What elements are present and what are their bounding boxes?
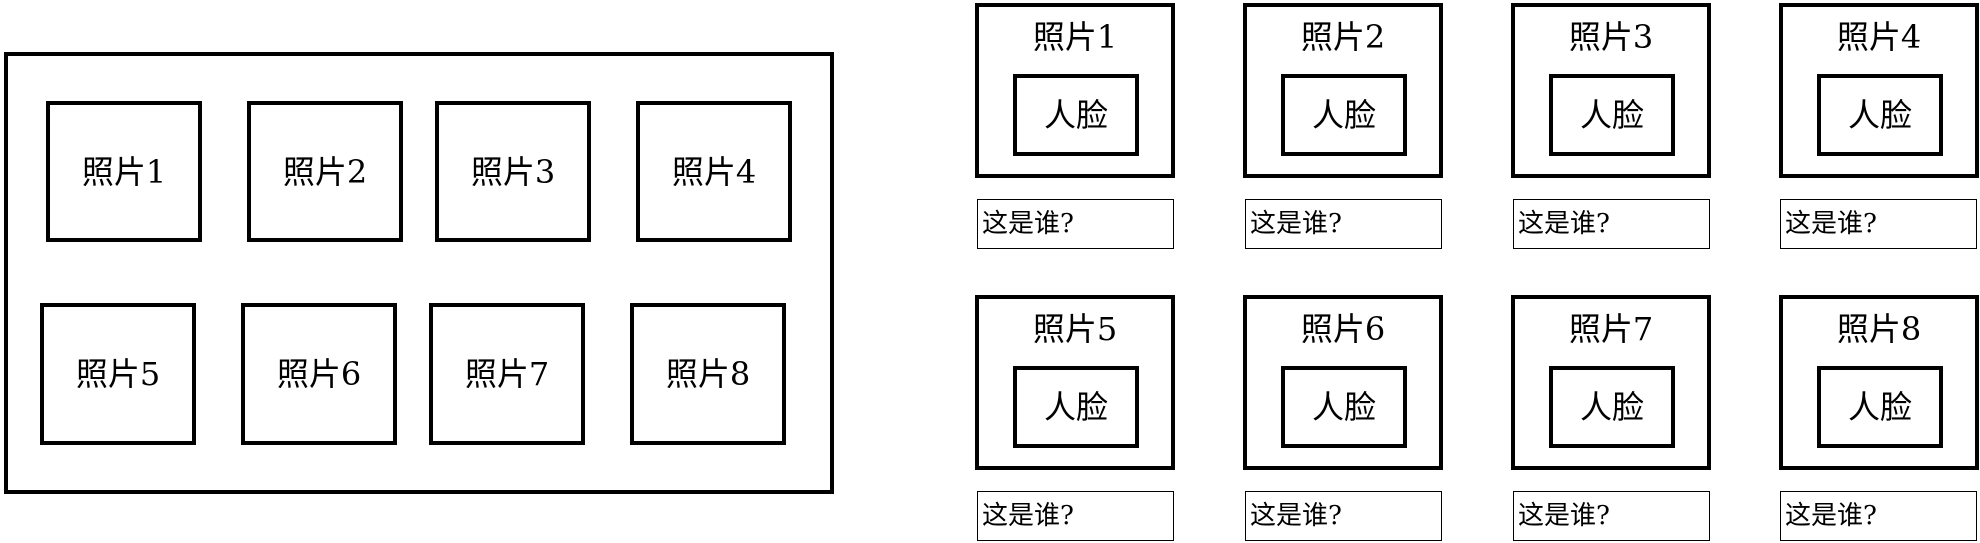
photo-title: 照片1 (1032, 18, 1118, 56)
photo-card[interactable]: 照片4 人脸 (1779, 3, 1979, 178)
who-is-this-field[interactable]: 这是谁? (1245, 491, 1442, 541)
photo-title: 照片5 (1032, 310, 1118, 348)
photo-label: 照片5 (75, 355, 161, 393)
face-region[interactable]: 人脸 (1013, 74, 1139, 156)
who-is-this-field[interactable]: 这是谁? (1780, 491, 1977, 541)
photo-title: 照片3 (1568, 18, 1654, 56)
face-label: 人脸 (1847, 96, 1912, 134)
who-is-this-field[interactable]: 这是谁? (1513, 491, 1710, 541)
who-is-this-field[interactable]: 这是谁? (977, 491, 1174, 541)
photo-card[interactable]: 照片2 人脸 (1243, 3, 1443, 178)
face-region[interactable]: 人脸 (1817, 366, 1943, 448)
photo-label: 照片3 (470, 152, 556, 191)
photo-card[interactable]: 照片6 人脸 (1243, 295, 1443, 470)
caption-text: 这是谁? (1250, 209, 1342, 239)
photo-title: 照片8 (1836, 310, 1922, 348)
photo-card[interactable]: 照片8 人脸 (1779, 295, 1979, 470)
caption-text: 这是谁? (1518, 501, 1610, 531)
caption-text: 这是谁? (1785, 209, 1877, 239)
photo-thumbnail[interactable]: 照片2 (247, 101, 403, 242)
face-region[interactable]: 人脸 (1817, 74, 1943, 156)
caption-text: 这是谁? (1518, 209, 1610, 239)
photo-card[interactable]: 照片3 人脸 (1511, 3, 1711, 178)
photo-thumbnail[interactable]: 照片7 (429, 303, 585, 445)
photo-thumbnail[interactable]: 照片3 (435, 101, 591, 242)
face-region[interactable]: 人脸 (1549, 74, 1675, 156)
photo-title: 照片2 (1300, 18, 1386, 56)
face-label: 人脸 (1043, 96, 1108, 134)
photo-title: 照片6 (1300, 310, 1386, 348)
photo-label: 照片2 (282, 152, 368, 191)
photo-thumbnail[interactable]: 照片8 (630, 303, 786, 445)
photo-thumbnail[interactable]: 照片5 (40, 303, 196, 445)
caption-text: 这是谁? (982, 501, 1074, 531)
photo-card[interactable]: 照片5 人脸 (975, 295, 1175, 470)
photo-card[interactable]: 照片1 人脸 (975, 3, 1175, 178)
photo-thumbnail[interactable]: 照片4 (636, 101, 792, 242)
who-is-this-field[interactable]: 这是谁? (1780, 199, 1977, 249)
caption-text: 这是谁? (1250, 501, 1342, 531)
face-label: 人脸 (1579, 388, 1644, 426)
face-label: 人脸 (1311, 388, 1376, 426)
face-label: 人脸 (1043, 388, 1108, 426)
photo-card[interactable]: 照片7 人脸 (1511, 295, 1711, 470)
photo-thumbnail[interactable]: 照片6 (241, 303, 397, 445)
face-label: 人脸 (1579, 96, 1644, 134)
who-is-this-field[interactable]: 这是谁? (1513, 199, 1710, 249)
face-label: 人脸 (1847, 388, 1912, 426)
face-label: 人脸 (1311, 96, 1376, 134)
face-region[interactable]: 人脸 (1281, 366, 1407, 448)
caption-text: 这是谁? (1785, 501, 1877, 531)
photo-label: 照片4 (671, 152, 757, 191)
photo-label: 照片7 (464, 355, 550, 393)
photo-thumbnail[interactable]: 照片1 (46, 101, 202, 242)
caption-text: 这是谁? (982, 209, 1074, 239)
photo-label: 照片6 (276, 355, 362, 393)
face-region[interactable]: 人脸 (1549, 366, 1675, 448)
photo-title: 照片7 (1568, 310, 1654, 348)
photo-label: 照片1 (81, 152, 167, 191)
who-is-this-field[interactable]: 这是谁? (1245, 199, 1442, 249)
face-region[interactable]: 人脸 (1281, 74, 1407, 156)
photo-title: 照片4 (1836, 18, 1922, 56)
face-region[interactable]: 人脸 (1013, 366, 1139, 448)
who-is-this-field[interactable]: 这是谁? (977, 199, 1174, 249)
photo-label: 照片8 (665, 355, 751, 393)
